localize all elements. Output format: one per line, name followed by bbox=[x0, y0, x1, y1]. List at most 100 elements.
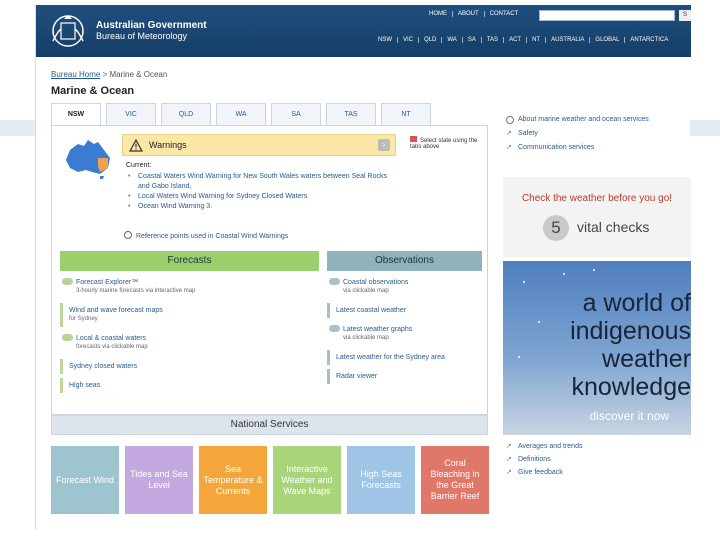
warnings-bar: Warnings › bbox=[122, 134, 396, 156]
state-nav-item[interactable]: TAS bbox=[482, 37, 505, 43]
tab-nsw[interactable]: NSW bbox=[51, 103, 101, 125]
vital-checks-number: 5 bbox=[543, 215, 569, 241]
tab-nt[interactable]: NT bbox=[381, 103, 431, 125]
vital-checks-promo[interactable]: Check the weather before you go! 5 vital… bbox=[503, 177, 691, 257]
breadcrumb-current: Marine & Ocean bbox=[109, 70, 168, 79]
site-header: Australian Government Bureau of Meteorol… bbox=[36, 5, 691, 57]
state-nav-item[interactable]: GLOBAL bbox=[590, 37, 626, 43]
banner-line: weather bbox=[602, 345, 691, 373]
cloud-icon bbox=[329, 278, 340, 285]
service-tile[interactable]: Tides and Sea Level bbox=[125, 446, 193, 514]
forecast-item-label: Local & coastal waters bbox=[76, 335, 147, 342]
info-icon bbox=[506, 116, 514, 124]
arrow-icon: ↗ bbox=[506, 456, 512, 463]
tab-sa[interactable]: SA bbox=[271, 103, 321, 125]
warnings-title: Warnings bbox=[149, 140, 187, 150]
observation-item-label: Latest coastal weather bbox=[336, 307, 407, 314]
reference-points-link[interactable]: Reference points used in Coastal Wind Wa… bbox=[124, 231, 288, 240]
forecast-item-label: Sydney closed waters bbox=[69, 363, 138, 370]
state-nav-item[interactable]: NSW bbox=[373, 37, 398, 43]
observation-item[interactable]: Latest weather for the Sydney area bbox=[327, 350, 482, 365]
service-tile[interactable]: Forecast Wind bbox=[51, 446, 119, 514]
coat-of-arms-icon bbox=[52, 15, 84, 47]
state-nav-item[interactable]: ACT bbox=[504, 37, 528, 43]
sidebar-links-top: About marine weather and ocean services … bbox=[506, 113, 649, 155]
observation-item[interactable]: Radar viewer bbox=[327, 369, 482, 384]
forecast-item[interactable]: Local & coastal waters forecasts via clic… bbox=[60, 331, 319, 355]
state-nav-item[interactable]: QLD bbox=[419, 37, 443, 43]
forecast-item[interactable]: Forecast Explorer™ 3-hourly marine foreca… bbox=[60, 275, 319, 299]
arrow-icon: ↗ bbox=[506, 144, 512, 151]
state-nav-item[interactable]: NT bbox=[527, 37, 547, 43]
sidebar-link-label: Averages and trends bbox=[518, 443, 583, 450]
forecasts-column: Forecasts Forecast Explorer™ 3-hourly mar… bbox=[60, 251, 319, 393]
observation-item[interactable]: Latest coastal weather bbox=[327, 303, 482, 318]
search-button[interactable]: S bbox=[679, 10, 691, 21]
observations-heading: Observations bbox=[327, 251, 482, 271]
sidebar-link[interactable]: ↗ Averages and trends bbox=[506, 440, 582, 453]
state-nav-item[interactable]: ANTARCTICA bbox=[625, 37, 673, 43]
forecast-item[interactable]: Wind and wave forecast maps for Sydney bbox=[60, 303, 319, 327]
rss-icon[interactable]: › bbox=[378, 139, 390, 151]
state-nav: NSW VIC QLD WA SA TAS ACT NT AUSTRALIA G… bbox=[373, 37, 673, 43]
top-links: HOME ABOUT CONTACT bbox=[424, 11, 523, 17]
tab-vic[interactable]: VIC bbox=[106, 103, 156, 125]
service-tile[interactable]: Sea Temperature & Currents bbox=[199, 446, 267, 514]
sidebar-link-label: Safety bbox=[518, 130, 538, 137]
warnings-list: Coastal Waters Wind Warning for New Sout… bbox=[128, 172, 398, 212]
forecast-item-label: High seas bbox=[69, 382, 101, 389]
forecast-item-sub: for Sydney bbox=[69, 316, 98, 322]
reference-points-text: Reference points used in Coastal Wind Wa… bbox=[136, 233, 289, 240]
service-tile[interactable]: Coral Bleaching in the Great Barrier Ree… bbox=[421, 446, 489, 514]
info-icon bbox=[124, 231, 132, 239]
warning-item[interactable]: Local Waters Wind Warning for Sydney Clo… bbox=[128, 192, 398, 202]
sidebar-link[interactable]: ↗ Give feedback bbox=[506, 466, 582, 479]
sidebar-link[interactable]: ↗ Communication services bbox=[506, 141, 649, 155]
observation-item-sub: via clickable map bbox=[343, 288, 389, 294]
state-nav-item[interactable]: AUSTRALIA bbox=[546, 37, 591, 43]
forecast-item[interactable]: High seas bbox=[60, 378, 319, 393]
top-link-about[interactable]: ABOUT bbox=[453, 11, 485, 17]
observation-item-sub: via clickable map bbox=[343, 335, 389, 341]
forecast-item-sub: 3-hourly marine forecasts via interactiv… bbox=[76, 288, 196, 294]
sidebar-link[interactable]: About marine weather and ocean services bbox=[506, 113, 649, 127]
indigenous-weather-banner[interactable]: a world of indigenous weather knowledge … bbox=[503, 261, 691, 435]
state-nav-item[interactable]: WA bbox=[442, 37, 463, 43]
australia-map-icon[interactable] bbox=[62, 136, 114, 180]
sidebar-link-label: Definitions bbox=[518, 456, 551, 463]
star-decoration bbox=[563, 273, 565, 275]
breadcrumb: Bureau Home > Marine & Ocean bbox=[51, 70, 167, 79]
state-nav-item[interactable]: VIC bbox=[398, 37, 420, 43]
gov-line-2: Bureau of Meteorology bbox=[96, 31, 188, 41]
vital-checks-text: vital checks bbox=[577, 219, 650, 235]
forecast-item[interactable]: Sydney closed waters bbox=[60, 359, 319, 374]
observation-item[interactable]: Latest weather graphs via clickable map bbox=[327, 322, 482, 346]
breadcrumb-home-link[interactable]: Bureau Home bbox=[51, 70, 100, 79]
map-legend-swatch bbox=[410, 136, 417, 142]
warning-item[interactable]: Coastal Waters Wind Warning for New Sout… bbox=[128, 172, 398, 192]
warning-item[interactable]: Ocean Wind Warning 3. bbox=[128, 202, 398, 212]
top-link-contact[interactable]: CONTACT bbox=[485, 11, 524, 17]
sidebar-link-label: About marine weather and ocean services bbox=[518, 116, 649, 123]
tab-tas[interactable]: TAS bbox=[326, 103, 376, 125]
national-services-heading: National Services bbox=[51, 415, 488, 435]
forecast-item-label: Forecast Explorer™ bbox=[76, 279, 139, 286]
arrow-icon: ↗ bbox=[506, 469, 512, 476]
cloud-icon bbox=[62, 334, 73, 341]
search-input[interactable] bbox=[539, 10, 675, 21]
banner-headline: a world of indigenous weather knowledge bbox=[505, 289, 691, 401]
service-tile[interactable]: Interactive Weather and Wave Maps bbox=[273, 446, 341, 514]
observation-item-label: Latest weather graphs bbox=[343, 326, 413, 333]
forecast-item-sub: forecasts via clickable map bbox=[76, 344, 148, 350]
tab-qld[interactable]: QLD bbox=[161, 103, 211, 125]
tab-wa[interactable]: WA bbox=[216, 103, 266, 125]
sidebar-link[interactable]: ↗ Definitions bbox=[506, 453, 582, 466]
cloud-icon bbox=[62, 278, 73, 285]
service-tile[interactable]: High Seas Forecasts bbox=[347, 446, 415, 514]
state-nav-item[interactable]: SA bbox=[463, 37, 482, 43]
observation-item[interactable]: Coastal observations via clickable map bbox=[327, 275, 482, 299]
banner-line: knowledge bbox=[571, 373, 691, 401]
top-link-home[interactable]: HOME bbox=[424, 11, 453, 17]
sidebar-link[interactable]: ↗ Safety bbox=[506, 127, 649, 141]
stage: Australian Government Bureau of Meteorol… bbox=[0, 0, 720, 540]
